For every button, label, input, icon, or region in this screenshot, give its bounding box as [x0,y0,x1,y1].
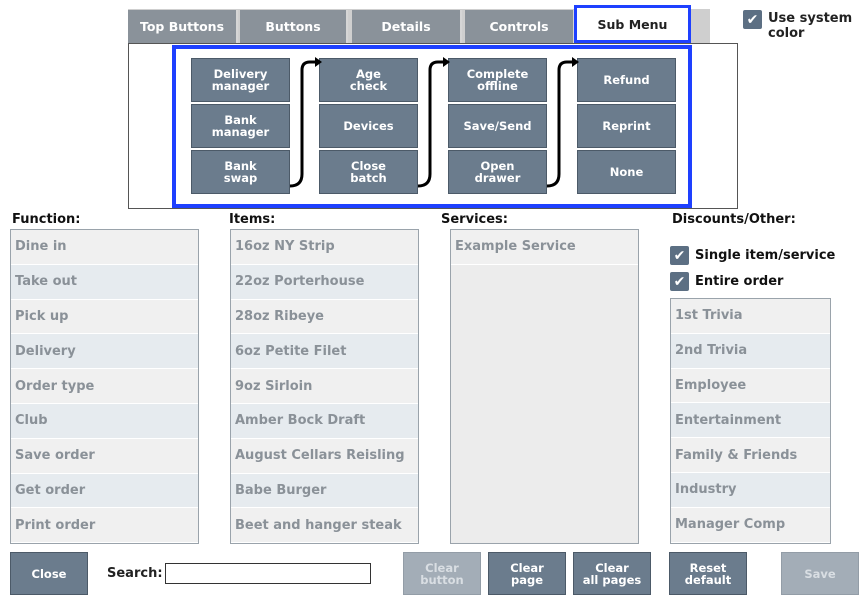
submenu-complete-offline[interactable]: Complete offline [448,58,547,102]
discounts-list[interactable]: 1st Trivia 2nd Trivia Employee Entertain… [670,298,831,544]
list-item[interactable]: Babe Burger [231,473,418,509]
search-input[interactable] [165,563,371,584]
list-item[interactable]: Example Service [451,230,638,265]
check-icon: ✔ [673,273,686,290]
use-system-color-checkbox[interactable]: ✔ [743,10,762,29]
list-item[interactable]: 1st Trivia [671,299,830,334]
list-item[interactable]: Industry [671,472,830,508]
single-item-service-option[interactable]: ✔ Single item/service [670,246,835,265]
clear-button-button[interactable]: Clear button [403,552,481,595]
submenu-close-batch[interactable]: Close batch [319,150,418,194]
submenu-reprint[interactable]: Reprint [577,104,676,148]
list-item[interactable]: Delivery [11,334,198,370]
tab-controls[interactable]: Controls [465,10,575,43]
list-item[interactable]: Beet and hanger steak [231,508,418,544]
submenu-devices[interactable]: Devices [319,104,418,148]
function-list[interactable]: Dine in Take out Pick up Delivery Order … [10,229,199,544]
connector-arrow-2 [417,57,450,188]
function-title: Function: [12,212,81,227]
list-item[interactable]: Manager Comp [671,507,830,543]
connector-arrow-3 [546,57,579,188]
list-item[interactable]: Print order [11,508,198,544]
check-icon: ✔ [746,11,759,28]
list-item[interactable]: Take out [11,264,198,300]
list-item[interactable]: 9oz Sirloin [231,369,418,404]
tab-sub-menu[interactable]: Sub Menu [574,5,691,43]
list-item[interactable]: Family & Friends [671,438,830,473]
list-item[interactable]: 16oz NY Strip [231,230,418,265]
check-icon: ✔ [673,247,686,264]
single-item-service-label: Single item/service [695,248,836,263]
tab-buttons[interactable]: Buttons [240,10,348,43]
services-title: Services: [441,212,508,227]
items-list[interactable]: 16oz NY Strip 22oz Porterhouse 28oz Ribe… [230,229,419,544]
submenu-refund[interactable]: Refund [577,58,676,102]
single-item-service-checkbox[interactable]: ✔ [670,246,689,265]
items-title: Items: [229,212,276,227]
submenu-bank-swap[interactable]: Bank swap [191,150,290,194]
list-item[interactable]: Get order [11,473,198,509]
tab-top-buttons[interactable]: Top Buttons [128,10,238,43]
list-item[interactable]: Order type [11,369,198,404]
submenu-open-drawer[interactable]: Open drawer [448,150,547,194]
submenu-none[interactable]: None [577,150,676,194]
clear-all-pages-button[interactable]: Clear all pages [573,552,651,595]
list-item[interactable]: 6oz Petite Filet [231,334,418,370]
list-item[interactable]: Employee [671,368,830,404]
entire-order-checkbox[interactable]: ✔ [670,272,689,291]
tab-details[interactable]: Details [352,10,462,43]
list-item[interactable]: Dine in [11,230,198,265]
list-item[interactable]: Save order [11,438,198,474]
list-item[interactable]: 2nd Trivia [671,333,830,369]
submenu-save-send[interactable]: Save/Send [448,104,547,148]
save-button[interactable]: Save [781,552,859,595]
clear-page-button[interactable]: Clear page [488,552,566,595]
list-item[interactable]: Pick up [11,299,198,335]
use-system-color-label: Use system color [768,11,853,41]
submenu-bank-manager[interactable]: Bank manager [191,104,290,148]
submenu-delivery-manager[interactable]: Delivery manager [191,58,290,102]
list-item[interactable]: Amber Bock Draft [231,403,418,439]
list-item[interactable]: Club [11,403,198,439]
list-item[interactable]: 28oz Ribeye [231,299,418,335]
close-button[interactable]: Close [10,552,88,595]
entire-order-label: Entire order [695,274,784,289]
submenu-age-check[interactable]: Age check [319,58,418,102]
list-item[interactable]: Entertainment [671,403,830,439]
discounts-title: Discounts/Other: [672,212,796,227]
search-label: Search: [107,566,163,581]
services-list[interactable]: Example Service [450,229,639,544]
list-item[interactable]: 22oz Porterhouse [231,264,418,300]
entire-order-option[interactable]: ✔ Entire order [670,272,783,291]
connector-arrow-1 [289,57,322,188]
reset-default-button[interactable]: Reset default [669,552,747,595]
list-item[interactable]: August Cellars Reisling [231,438,418,474]
